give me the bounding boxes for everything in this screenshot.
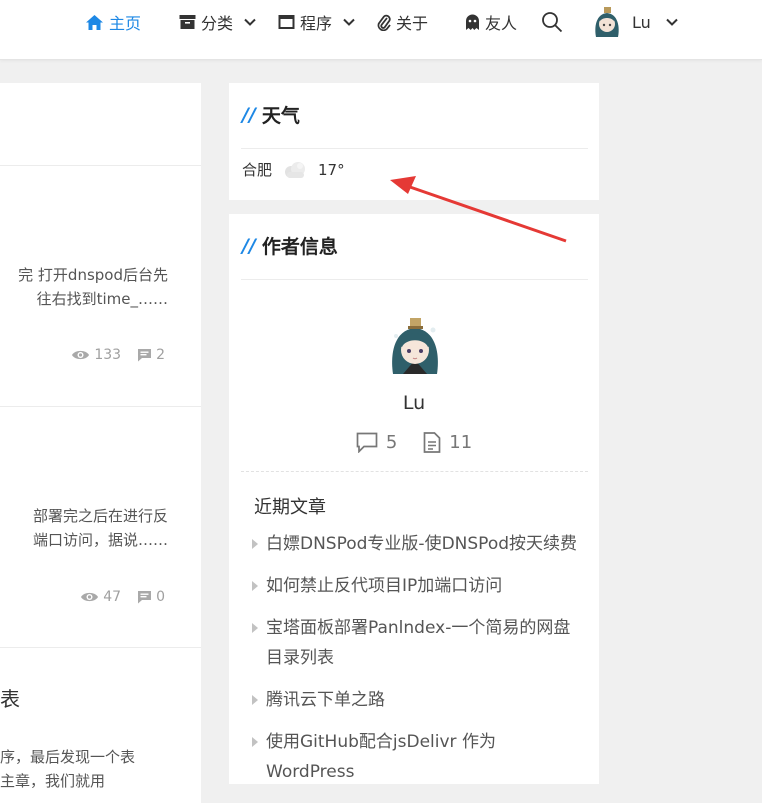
top-navbar: 主页 分类 程序 关于 友人 Lu bbox=[0, 0, 762, 60]
widget-title: // 天气 bbox=[242, 101, 300, 128]
nav-category[interactable]: 分类 bbox=[179, 10, 256, 34]
author-stats: 5 11 bbox=[229, 432, 599, 453]
post-meta: 133 2 bbox=[71, 347, 165, 363]
divider bbox=[0, 165, 201, 166]
author-avatar[interactable] bbox=[389, 314, 441, 376]
weather-city: 合肥 bbox=[242, 161, 273, 179]
weather-info: 合肥 17° bbox=[242, 159, 345, 180]
eye-icon bbox=[72, 350, 90, 360]
divider bbox=[0, 647, 201, 648]
nav-program[interactable]: 程序 bbox=[278, 10, 355, 34]
arrow-shaft bbox=[409, 185, 567, 243]
paperclip-icon bbox=[377, 14, 391, 31]
divider bbox=[0, 406, 201, 407]
archive-icon bbox=[179, 15, 196, 29]
user-menu[interactable]: Lu bbox=[593, 6, 678, 38]
post-excerpt-line: 往右找到time_…… bbox=[36, 290, 168, 308]
recent-post-link[interactable]: 腾讯云下单之路 bbox=[252, 685, 582, 715]
comment-count: 0 bbox=[156, 589, 165, 605]
view-count: 47 bbox=[103, 589, 122, 605]
title-accent: // bbox=[242, 103, 256, 126]
post-excerpt-line: 主章，我们就用 bbox=[0, 772, 106, 790]
chevron-down-icon bbox=[343, 18, 355, 26]
comment-count: 2 bbox=[156, 347, 165, 363]
nav-about[interactable]: 关于 bbox=[377, 10, 428, 34]
widget-title: // 作者信息 bbox=[242, 232, 338, 259]
arrow-head bbox=[390, 176, 416, 194]
post-excerpt-line: 序，最后发现一个表 bbox=[0, 748, 136, 766]
avatar bbox=[595, 7, 619, 37]
nav-about-label: 关于 bbox=[396, 14, 429, 33]
recent-post-link[interactable]: 白嫖DNSPod专业版-使DNSPod按天续费 bbox=[252, 529, 582, 559]
post-meta: 47 0 bbox=[80, 589, 165, 605]
recent-post-link[interactable]: 宝塔面板部署Panlndex-一个简易的网盘目录列表 bbox=[252, 613, 582, 673]
divider bbox=[241, 471, 588, 472]
chevron-down-icon bbox=[666, 18, 678, 26]
eye-icon bbox=[81, 592, 99, 602]
title-accent: // bbox=[242, 234, 256, 257]
nav-home[interactable]: 主页 bbox=[85, 10, 141, 34]
post-total: 11 bbox=[449, 432, 473, 453]
post-list: 完 打开dnspod后台先 往右找到time_…… 133 2 部署完之后在进行… bbox=[0, 83, 201, 803]
document-icon bbox=[423, 432, 441, 453]
post-title[interactable]: 表 bbox=[0, 683, 20, 712]
recent-post-link[interactable]: 使用GitHub配合jsDelivr 作为WordPress bbox=[252, 727, 582, 787]
comment-icon bbox=[138, 349, 152, 362]
post-excerpt-line: 完 打开dnspod后台先 bbox=[18, 266, 168, 284]
comment-icon bbox=[356, 432, 378, 453]
recent-posts-list: 白嫖DNSPod专业版-使DNSPod按天续费 如何禁止反代项目IP加端口访问 … bbox=[252, 529, 582, 799]
user-name: Lu bbox=[632, 12, 651, 32]
post-excerpt-line: 部署完之后在进行反 bbox=[32, 507, 168, 525]
comment-total: 5 bbox=[385, 432, 398, 453]
divider bbox=[241, 148, 588, 149]
comment-icon bbox=[138, 591, 152, 604]
view-count: 133 bbox=[94, 347, 122, 363]
author-title: 作者信息 bbox=[261, 236, 338, 258]
nav-program-label: 程序 bbox=[300, 14, 333, 33]
search-button[interactable] bbox=[541, 10, 563, 34]
nav-friends-label: 友人 bbox=[485, 14, 518, 33]
home-icon bbox=[86, 14, 103, 30]
recent-post-link[interactable]: 如何禁止反代项目IP加端口访问 bbox=[252, 571, 582, 601]
cloud-icon bbox=[285, 161, 306, 178]
post-excerpt-line: 端口访问，据说…… bbox=[32, 531, 168, 549]
nav-friends[interactable]: 友人 bbox=[465, 10, 517, 34]
weather-title: 天气 bbox=[261, 105, 300, 127]
recent-posts-title: 近期文章 bbox=[254, 497, 326, 518]
chevron-down-icon bbox=[244, 18, 256, 26]
search-icon bbox=[542, 12, 563, 33]
window-icon bbox=[278, 15, 295, 29]
author-name[interactable]: Lu bbox=[229, 392, 599, 414]
author-widget: // 作者信息 Lu 5 11 近期文章 白嫖DNSPod专业版-使DNSPod… bbox=[229, 214, 599, 784]
ghost-icon bbox=[466, 14, 479, 30]
annotation-arrow bbox=[390, 176, 567, 243]
nav-category-label: 分类 bbox=[201, 14, 234, 33]
weather-temp: 17° bbox=[318, 160, 345, 179]
nav-home-label: 主页 bbox=[109, 14, 142, 33]
divider bbox=[241, 279, 588, 280]
